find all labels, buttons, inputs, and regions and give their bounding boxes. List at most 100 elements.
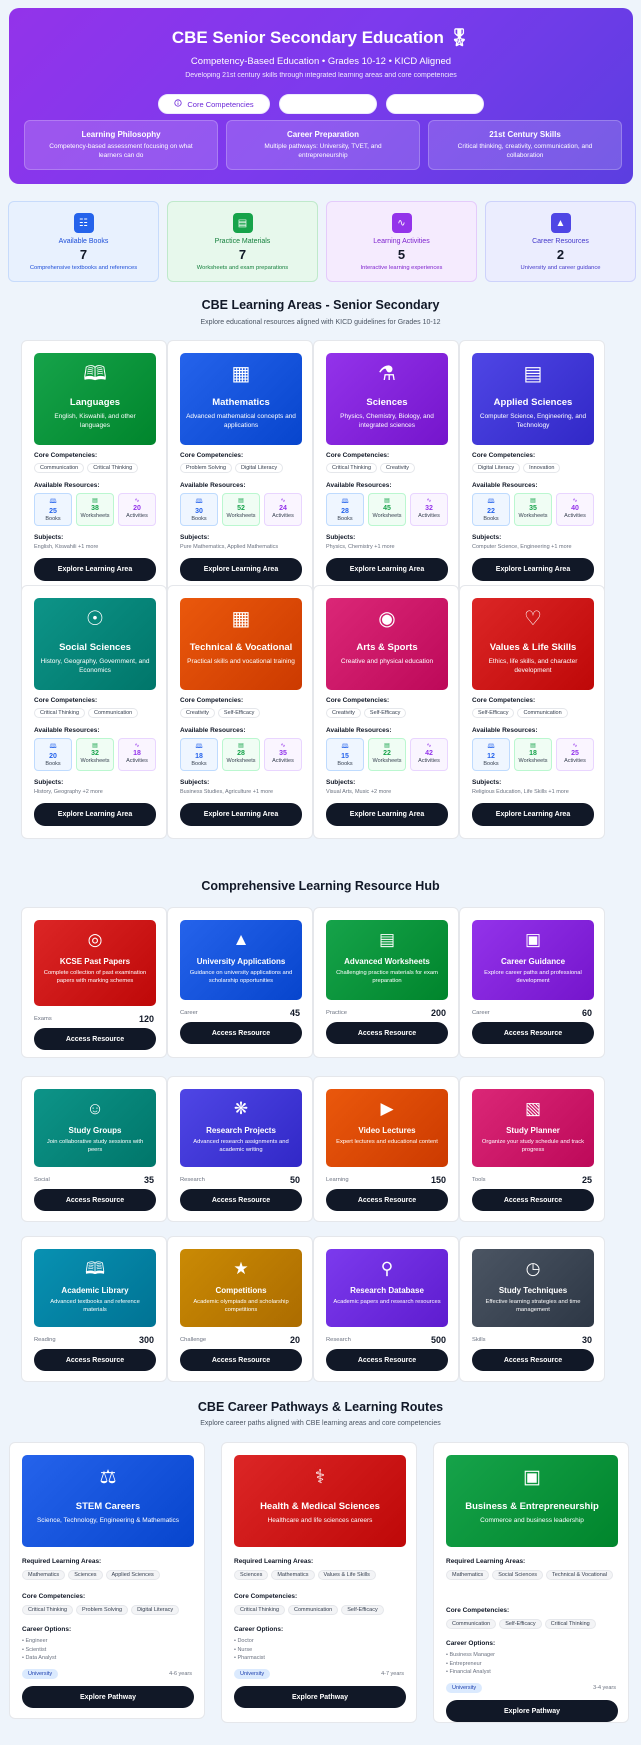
explore-learning-area-button[interactable]: Explore Learning Area (472, 803, 594, 826)
palette-icon: ◉ (378, 608, 396, 630)
access-resource-button[interactable]: Access Resource (180, 1189, 302, 1211)
resource-count-value: 20 (49, 753, 57, 760)
resource-name: Study Techniques (498, 1286, 568, 1295)
competency-chip: Creativity (180, 708, 215, 718)
resource-count-value: 35 (529, 505, 537, 512)
activity-icon: ∿ (134, 498, 140, 504)
stat-practice-materials: ▤ Practice Materials 7 Worksheets and ex… (167, 201, 318, 282)
resource-name: Career Guidance (500, 957, 566, 966)
learning-area-header: ♡ Values & Life Skills Ethics, life skills… (472, 598, 594, 690)
resource-desc: Advanced research assignments and academ… (193, 1139, 289, 1153)
career-option: • Entrepreneur (446, 1660, 482, 1667)
resource-card: ▤ Advanced Worksheets Challenging practice… (313, 907, 459, 1058)
core-competencies-label: Core Competencies: (326, 697, 390, 704)
explore-learning-area-button[interactable]: Explore Learning Area (180, 558, 302, 581)
explore-pathway-button[interactable]: Explore Pathway (446, 1700, 618, 1722)
learning-area-desc: Practical skills and vocational training (187, 658, 295, 665)
resource-count-worksheets: ▤ 45 Worksheets (368, 493, 406, 526)
career-option: • Doctor (234, 1638, 254, 1644)
resource-count: 30 (581, 1335, 592, 1345)
access-resource-button[interactable]: Access Resource (472, 1022, 594, 1044)
access-resource-button[interactable]: Access Resource (326, 1022, 448, 1044)
book-icon: 🕮 (195, 499, 203, 505)
resource-count: 20 (289, 1335, 300, 1345)
access-resource-button[interactable]: Access Resource (326, 1349, 448, 1371)
briefcase-icon: ▣ (523, 1467, 541, 1488)
resource-count-activities: ∿ 32 Activities (410, 493, 448, 526)
resource-desc: Effective learning strategies and time m… (485, 1299, 581, 1313)
subjects-label: Subjects: (326, 534, 356, 541)
resource-count-label: Activities (564, 758, 586, 764)
explore-learning-area-button[interactable]: Explore Learning Area (180, 803, 302, 826)
resource-count: 300 (138, 1335, 154, 1345)
area-chip: Mathematics (22, 1570, 66, 1580)
learning-area-card: ◉ Arts & Sports Creative and physical educ… (313, 585, 459, 839)
competency-chip: Digital Literacy (472, 463, 521, 473)
hero-button-2[interactable] (279, 94, 377, 114)
resource-counts: 🕮 22 Books ▤ 35 Worksheets ∿ 40 Activities (472, 493, 594, 526)
learning-areas-subtitle: Explore educational resources aligned wi… (200, 319, 441, 326)
career-option: • Business Manager (446, 1652, 496, 1658)
resource-count-value: 32 (425, 505, 433, 512)
resource-count-value: 45 (383, 505, 391, 512)
resource-count-value: 28 (237, 750, 245, 757)
resource-count: 45 (289, 1008, 300, 1018)
explore-learning-area-button[interactable]: Explore Learning Area (34, 803, 156, 826)
hero-subtitle: Competency-Based Education • Grades 10-1… (190, 56, 452, 67)
resource-count-label: Activities (126, 513, 148, 519)
hero-card-title: 21st Century Skills (489, 130, 561, 139)
users-icon: ☺ (86, 1099, 104, 1118)
career-option: • Data Analyst (22, 1655, 57, 1662)
resource-desc: Advanced textbooks and reference materia… (50, 1299, 140, 1313)
resource-count-label: Worksheets (226, 513, 256, 519)
resource-count-label: Worksheets (372, 758, 402, 764)
subjects-label: Subjects: (326, 779, 356, 786)
activity-icon: ∿ (426, 498, 432, 504)
core-competencies-button[interactable]: Core Competencies (158, 94, 270, 114)
learning-area-name: Values & Life Skills (489, 642, 577, 653)
access-resource-button[interactable]: Access Resource (180, 1349, 302, 1371)
required-areas-chips: Sciences Mathematics Values & Life Skills (234, 1570, 406, 1580)
explore-pathway-button[interactable]: Explore Pathway (234, 1686, 406, 1708)
resource-count-activities: ∿ 18 Activities (118, 738, 156, 771)
core-competencies-label: Core Competencies: (234, 1593, 298, 1600)
book-icon: 🕮 (49, 499, 57, 505)
access-resource-button[interactable]: Access Resource (34, 1349, 156, 1371)
explore-learning-area-button[interactable]: Explore Learning Area (472, 558, 594, 581)
explore-learning-area-button[interactable]: Explore Learning Area (326, 803, 448, 826)
resource-header: 🕮 Academic Library Advanced textbooks and … (34, 1249, 156, 1327)
explore-learning-area-button[interactable]: Explore Learning Area (326, 558, 448, 581)
career-pathway-header: ⚖ STEM Careers Science, Technology, Engine… (22, 1455, 194, 1547)
access-resource-button[interactable]: Access Resource (34, 1028, 156, 1050)
explore-learning-area-button[interactable]: Explore Learning Area (34, 558, 156, 581)
document-icon: ▤ (530, 498, 536, 504)
learning-area-header: ◉ Arts & Sports Creative and physical educ… (326, 598, 448, 690)
access-resource-button[interactable]: Access Resource (472, 1189, 594, 1211)
competency-chip: Innovation (523, 463, 561, 473)
activity-icon: ∿ (280, 743, 286, 749)
career-pathway-desc: Science, Technology, Engineering & Mathe… (36, 1517, 180, 1524)
resource-count-label: Activities (272, 758, 294, 764)
resource-count-activities: ∿ 42 Activities (410, 738, 448, 771)
resource-desc: Complete collection of past examination … (43, 970, 147, 984)
resource-count-label: Worksheets (518, 513, 548, 519)
resource-count: 50 (289, 1175, 300, 1185)
pathway-duration: 4-7 years (381, 1671, 404, 1677)
access-resource-button[interactable]: Access Resource (326, 1189, 448, 1211)
stat-label: Career Resources (532, 238, 589, 245)
competency-chip: Creativity (380, 463, 415, 473)
resource-count-value: 35 (279, 750, 287, 757)
hero-card-desc: Critical thinking, creativity, communica… (457, 143, 593, 159)
competency-chip: Critical Thinking (87, 463, 139, 473)
resource-count-value: 38 (91, 505, 99, 512)
resource-count-value: 24 (279, 505, 287, 512)
access-resource-button[interactable]: Access Resource (180, 1022, 302, 1044)
competency-chip: Critical Thinking (34, 708, 86, 718)
hero-button-3[interactable] (386, 94, 484, 114)
resource-count: 150 (430, 1175, 446, 1185)
access-resource-button[interactable]: Access Resource (34, 1189, 156, 1211)
explore-pathway-button[interactable]: Explore Pathway (22, 1686, 194, 1708)
document-icon: ▤ (378, 930, 396, 949)
access-resource-button[interactable]: Access Resource (472, 1349, 594, 1371)
resource-card: ▲ University Applications Guidance on univ… (167, 907, 313, 1058)
